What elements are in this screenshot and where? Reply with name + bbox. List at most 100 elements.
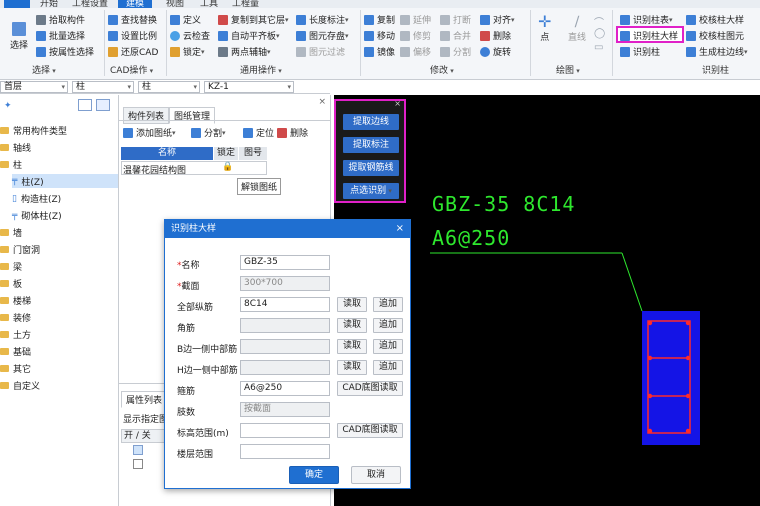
tree-item-constructional-column[interactable]: ▯ 构造柱(Z) xyxy=(12,192,61,206)
extract-edge-button[interactable]: 提取边线 xyxy=(343,114,399,130)
floor-select[interactable]: 首层 xyxy=(0,81,68,93)
append-corner-bar-button[interactable]: 追加 xyxy=(373,318,403,333)
restore-cad-button[interactable]: 还原CAD xyxy=(108,45,158,58)
tree-item-other[interactable]: 其它 xyxy=(0,362,31,375)
add-drawing-button[interactable]: 添加图纸 xyxy=(123,126,176,139)
corner-bar-input[interactable] xyxy=(240,318,330,333)
name-input[interactable]: GBZ-35 xyxy=(240,255,330,270)
tab-component-list[interactable]: 构件列表 xyxy=(123,107,170,124)
delete-button[interactable]: 删除 xyxy=(480,29,511,42)
show-selected-filter[interactable]: 显示指定图 xyxy=(123,412,168,425)
select-by-property-button[interactable]: 按属性选择 xyxy=(36,45,94,58)
merge-button[interactable]: 合并 xyxy=(440,29,471,42)
type-select[interactable]: 柱 xyxy=(138,81,200,93)
batch-select-button[interactable]: 批量选择 xyxy=(36,29,85,42)
tree-view-icon[interactable] xyxy=(96,99,110,111)
read-corner-bar-button[interactable]: 读取 xyxy=(337,318,367,333)
tree-item-column[interactable]: 柱 xyxy=(0,158,22,171)
set-scale-button[interactable]: 设置比例 xyxy=(108,29,157,42)
find-replace-button[interactable]: 查找替换 xyxy=(108,13,157,26)
elevation-range-input[interactable] xyxy=(240,423,330,438)
extend-button[interactable]: 延伸 xyxy=(400,13,431,26)
tree-item-masonry-column[interactable]: ╤ 砌体柱(Z) xyxy=(12,209,62,223)
extract-rebar-line-button[interactable]: 提取钢筋线 xyxy=(343,160,399,176)
tab-start[interactable]: 开始 xyxy=(40,0,58,8)
select-big-button[interactable]: 选择 xyxy=(6,22,32,51)
tree-item-openings[interactable]: 门窗洞 xyxy=(0,243,40,256)
name-select[interactable]: KZ-1 xyxy=(204,81,294,93)
element-filter-button[interactable]: 图元过滤 xyxy=(296,45,345,58)
tree-item-earthwork[interactable]: 土方 xyxy=(0,328,31,341)
category-select[interactable]: 柱 xyxy=(72,81,134,93)
tab-view[interactable]: 视图 xyxy=(166,0,184,8)
pin-icon[interactable]: ✦ xyxy=(4,101,12,111)
tree-item-beam[interactable]: 梁 xyxy=(0,260,22,273)
break-button[interactable]: 打断 xyxy=(440,13,471,26)
align-button[interactable]: 对齐 xyxy=(480,13,515,26)
verify-column-detail-button[interactable]: 校核柱大样 xyxy=(686,13,744,26)
move-button[interactable]: 移动 xyxy=(364,29,395,42)
circle-icon[interactable]: ◯ xyxy=(594,28,605,39)
tab-quantity[interactable]: 工程量 xyxy=(232,0,259,8)
read-all-longitudinal-button[interactable]: 读取 xyxy=(337,297,367,312)
tab-modeling[interactable]: 建模 xyxy=(118,0,153,8)
recognize-column-table-button[interactable]: 识别柱表 xyxy=(620,13,673,26)
elevation-cad-read-button[interactable]: CAD底图读取 xyxy=(337,423,403,438)
copy-to-other-floor-button[interactable]: 复制到其它层 xyxy=(218,13,289,26)
extract-label-button[interactable]: 提取标注 xyxy=(343,137,399,153)
tab-tools[interactable]: 工具 xyxy=(200,0,218,8)
split-drawing-button[interactable]: 分割 xyxy=(191,126,226,139)
tree-item-column-z[interactable]: ╤ 柱(Z) xyxy=(12,174,118,188)
visibility-checkbox[interactable] xyxy=(133,459,143,469)
point-button[interactable]: ✛ 点 xyxy=(538,14,551,44)
tree-item-foundation[interactable]: 基础 xyxy=(0,345,31,358)
trim-button[interactable]: 修剪 xyxy=(400,29,431,42)
verify-column-element-button[interactable]: 校核柱图元 xyxy=(686,29,744,42)
panel-close-icon[interactable]: × xyxy=(318,97,326,107)
tree-item-wall[interactable]: 墙 xyxy=(0,226,22,239)
tab-project-settings[interactable]: 工程设置 xyxy=(72,0,108,8)
tab-property-list[interactable]: 属性列表 xyxy=(121,391,168,408)
pick-component-button[interactable]: 拾取构件 xyxy=(36,13,85,26)
delete-drawing-button[interactable]: 删除 xyxy=(277,126,308,139)
h-side-bar-input[interactable] xyxy=(240,360,330,375)
group-label-cad-ops[interactable]: CAD操作 xyxy=(110,63,153,76)
tree-item-slab[interactable]: 板 xyxy=(0,277,22,290)
recognize-column-detail-button[interactable]: 识别柱大样 xyxy=(620,29,678,42)
read-b-side-bar-button[interactable]: 读取 xyxy=(337,339,367,354)
append-b-side-bar-button[interactable]: 追加 xyxy=(373,339,403,354)
stirrup-input[interactable]: A6@250 xyxy=(240,381,330,396)
rotate-button[interactable]: 旋转 xyxy=(480,45,511,58)
legs-input[interactable]: 按截面 xyxy=(240,402,330,417)
section-input[interactable]: 300*700 xyxy=(240,276,330,291)
append-all-longitudinal-button[interactable]: 追加 xyxy=(373,297,403,312)
tree-item-custom[interactable]: 自定义 xyxy=(0,379,40,392)
tree-item-axis[interactable]: 轴线 xyxy=(0,141,31,154)
define-button[interactable]: 定义 xyxy=(170,13,201,26)
tree-item-stairs[interactable]: 楼梯 xyxy=(0,294,31,307)
ok-button[interactable]: 确定 xyxy=(289,466,339,484)
all-longitudinal-input[interactable]: 8C14 xyxy=(240,297,330,312)
append-h-side-bar-button[interactable]: 追加 xyxy=(373,360,403,375)
save-element-button[interactable]: 图元存盘 xyxy=(296,29,349,42)
generate-column-edge-button[interactable]: 生成柱边线 xyxy=(686,45,748,58)
group-label-select[interactable]: 选择 xyxy=(32,63,56,76)
offset-button[interactable]: 偏移 xyxy=(400,45,431,58)
visibility-checkbox[interactable] xyxy=(133,445,143,455)
arc-icon[interactable]: ⌒ xyxy=(594,14,604,29)
tree-item-common[interactable]: 常用构件类型 xyxy=(0,124,67,137)
line-button[interactable]: ∕ 直线 xyxy=(568,14,586,43)
dialog-close-icon[interactable]: × xyxy=(396,223,404,234)
mirror-button[interactable]: 镜像 xyxy=(364,45,395,58)
group-label-draw[interactable]: 绘图 xyxy=(556,63,580,76)
cancel-button[interactable]: 取消 xyxy=(351,466,401,484)
length-dimension-button[interactable]: 长度标注 xyxy=(296,13,349,26)
two-point-axis-button[interactable]: 两点辅轴 xyxy=(218,45,271,58)
list-view-icon[interactable] xyxy=(78,99,92,111)
group-label-modify[interactable]: 修改 xyxy=(430,63,454,76)
tree-item-decoration[interactable]: 装修 xyxy=(0,311,31,324)
table-row[interactable]: 温馨花园结构图 🔒 xyxy=(121,161,267,176)
auto-align-slab-button[interactable]: 自动平齐板 xyxy=(218,29,280,42)
lock-icon[interactable]: 🔒 xyxy=(222,162,233,172)
locate-button[interactable]: 定位 xyxy=(243,126,274,139)
